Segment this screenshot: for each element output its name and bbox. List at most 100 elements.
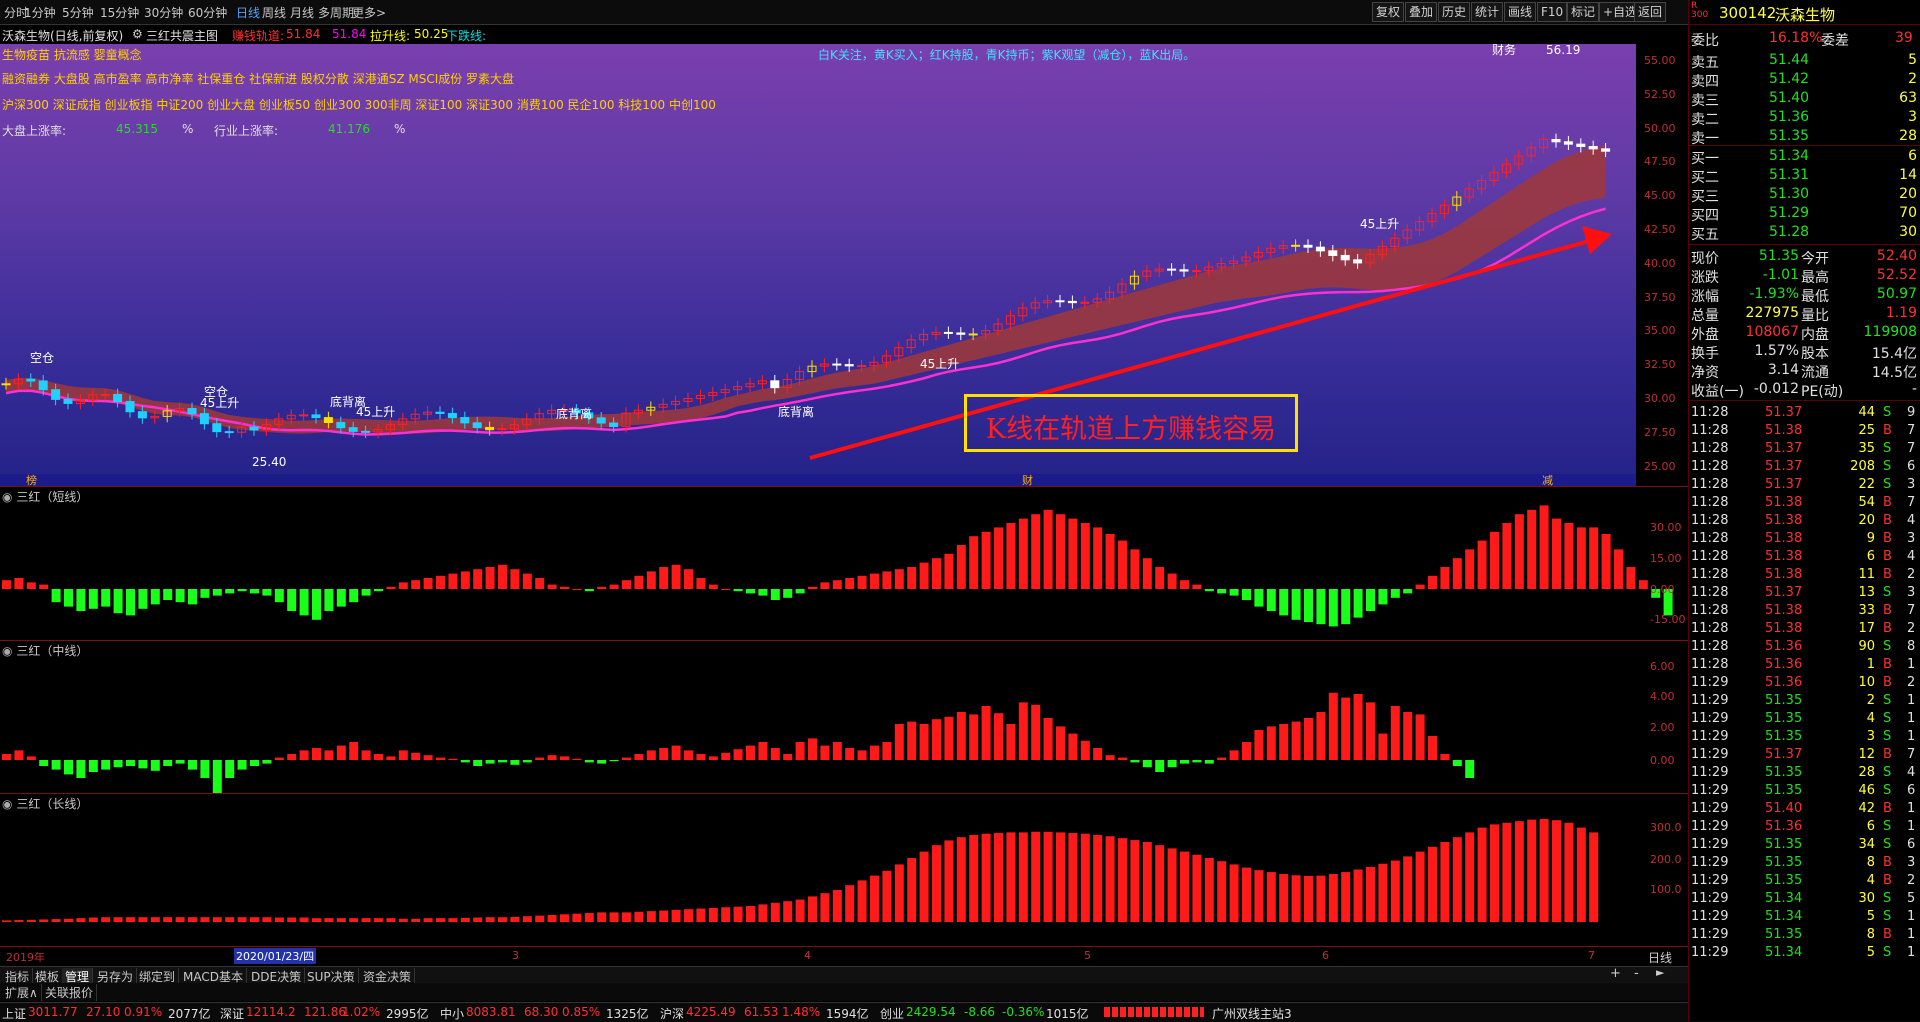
index-status-bar: 上证 3011.77 27.10 0.91% 2077亿 深证 12114.2 121.86 1… (0, 1002, 1920, 1022)
stat-value: 108067 (1745, 324, 1799, 340)
tick-side: B (1883, 423, 1892, 438)
main-y-tick: 35.00 (1644, 324, 1676, 338)
tick-price: 51.34 (1765, 891, 1803, 906)
toolbar-button-6[interactable]: 标记 (1567, 2, 1600, 22)
toolbar-button-8[interactable]: 返回 (1634, 2, 1667, 22)
histogram-bar (1192, 584, 1202, 589)
period-tab-10[interactable]: 更多> (352, 4, 386, 21)
tick-side: B (1883, 567, 1892, 582)
histogram-bar (163, 760, 173, 766)
tick-price: 51.38 (1765, 603, 1803, 618)
panel-toggle-icon[interactable]: ◉ (2, 797, 12, 811)
histogram-bar (1428, 575, 1437, 589)
panel-toggle-icon[interactable]: ◉ (2, 490, 12, 504)
histogram-bar (956, 545, 966, 589)
main-kline-chart[interactable]: 空仓 45上升 45上升 底背离 底背离 底背离 45上升 45上升 空仓 25.40 56.19 财… (0, 44, 1636, 474)
tick-volume: 4 (1866, 873, 1875, 888)
sell-level-5[interactable]: 卖五 51.44 5 (1689, 52, 1920, 71)
histogram-bar (1031, 514, 1041, 589)
toolbar-button-0[interactable]: 复权 (1372, 2, 1405, 22)
market-up-value: 45.315 (116, 122, 158, 136)
server-station[interactable]: 广州双线主站3 (1212, 1005, 1292, 1022)
tick-time: 11:28 (1691, 639, 1729, 654)
tick-time: 11:28 (1691, 531, 1729, 546)
histogram-bar (225, 760, 235, 778)
period-tab-5[interactable]: 60分钟 (188, 4, 227, 21)
tick-row: 11:28 51.37 13 S 3 (1689, 585, 1920, 603)
panel-y-tick: 6.00 (1650, 660, 1675, 673)
histogram-bar (1080, 833, 1090, 922)
buy-level-2[interactable]: 买二 51.31 14 (1689, 167, 1920, 186)
sell-level-4[interactable]: 卖四 51.42 2 (1689, 71, 1920, 90)
histogram-bar (113, 917, 123, 922)
tick-row: 11:28 51.38 9 B 3 (1689, 531, 1920, 549)
indicator-gear-icon[interactable]: ⚙ (132, 27, 143, 41)
buy-level-4[interactable]: 买四 51.29 70 (1689, 205, 1920, 224)
period-tab-7[interactable]: 周线 (262, 4, 286, 21)
period-tab-1[interactable]: 1分钟 (24, 4, 56, 21)
tick-price: 51.35 (1765, 765, 1803, 780)
histogram-bar (584, 760, 594, 763)
index-name[interactable]: 创业 (880, 1005, 904, 1022)
histogram-bar (349, 589, 359, 603)
index-name[interactable]: 中小 (440, 1005, 464, 1022)
tick-price: 51.37 (1765, 441, 1803, 456)
histogram-bar (510, 569, 520, 589)
period-tab-2[interactable]: 5分钟 (62, 4, 94, 21)
stat-value: 52.52 (1876, 267, 1917, 283)
period-tab-3[interactable]: 15分钟 (100, 4, 139, 21)
histogram-bar (808, 586, 817, 589)
histogram-bar (274, 917, 284, 922)
zoom-out-button[interactable]: - (1634, 966, 1639, 981)
sell-level-2[interactable]: 卖二 51.36 3 (1689, 109, 1920, 128)
period-tab-6[interactable]: 日线 (236, 4, 260, 21)
histogram-bar (659, 910, 669, 922)
toolbar-button-5[interactable]: F10 (1537, 2, 1568, 22)
tick-volume: 33 (1858, 603, 1875, 618)
indicator-tabs: 指标 模板 管理 另存为 绑定到 MACD基本 DDE决策 SUP决策 资金决策 (0, 966, 1688, 985)
sell-level-1[interactable]: 卖一 51.35 28 (1689, 128, 1920, 147)
histogram-bar (944, 840, 954, 922)
period-indicator[interactable]: 日线 (1648, 949, 1672, 966)
sell-level-3[interactable]: 卖三 51.40 63 (1689, 90, 1920, 109)
buy-level-3[interactable]: 买三 51.30 20 (1689, 186, 1920, 205)
index-name[interactable]: 沪深 (660, 1005, 684, 1022)
histogram-bar (894, 864, 904, 922)
tick-count: 4 (1907, 513, 1916, 528)
period-tab-4[interactable]: 30分钟 (144, 4, 183, 21)
x-label-cursor-date: 2020/01/23/四 (234, 948, 317, 964)
tick-row: 11:29 51.35 4 S 1 (1689, 711, 1920, 729)
candle (1080, 301, 1090, 304)
panel-toggle-icon[interactable]: ◉ (2, 644, 12, 658)
toolbar-button-1[interactable]: 叠加 (1405, 2, 1438, 22)
tick-volume: 208 (1850, 459, 1875, 474)
toolbar-button-2[interactable]: 历史 (1438, 2, 1471, 22)
histogram-bar (746, 589, 755, 594)
histogram-bar (212, 760, 222, 794)
buy-level-5[interactable]: 买五 51.28 30 (1689, 224, 1920, 243)
index-name[interactable]: 上证 (2, 1005, 26, 1022)
tick-volume: 54 (1858, 495, 1875, 510)
level-label: 买五 (1691, 227, 1719, 243)
histogram-bar (64, 589, 73, 607)
histogram-bar (1576, 527, 1586, 589)
tick-count: 1 (1907, 693, 1916, 708)
histogram-bar (1006, 724, 1016, 760)
tab-expand[interactable]: 扩展∧ (2, 984, 42, 1001)
buy-level-1[interactable]: 买一 51.34 6 (1689, 148, 1920, 167)
tick-count: 1 (1907, 801, 1916, 816)
toolbar-button-3[interactable]: 统计 (1471, 2, 1504, 22)
period-tab-9[interactable]: 多周期 (318, 4, 354, 21)
period-tab-8[interactable]: 月线 (290, 4, 314, 21)
indicator-name[interactable]: 三红共震主图 (146, 27, 218, 44)
histogram-bar (1626, 567, 1636, 589)
index-name[interactable]: 深证 (220, 1005, 244, 1022)
panel-y-tick: 15.00 (1650, 552, 1682, 565)
tab-related-quotes[interactable]: 关联报价 (42, 984, 98, 1001)
candle (212, 423, 222, 433)
tick-price: 51.38 (1765, 549, 1803, 564)
scroll-right-icon[interactable]: ► (1656, 966, 1664, 979)
toolbar-button-4[interactable]: 画线 (1504, 2, 1537, 22)
panel-title-long: ◉ 三红（长线） (2, 795, 88, 812)
zoom-in-button[interactable]: + (1610, 966, 1621, 981)
